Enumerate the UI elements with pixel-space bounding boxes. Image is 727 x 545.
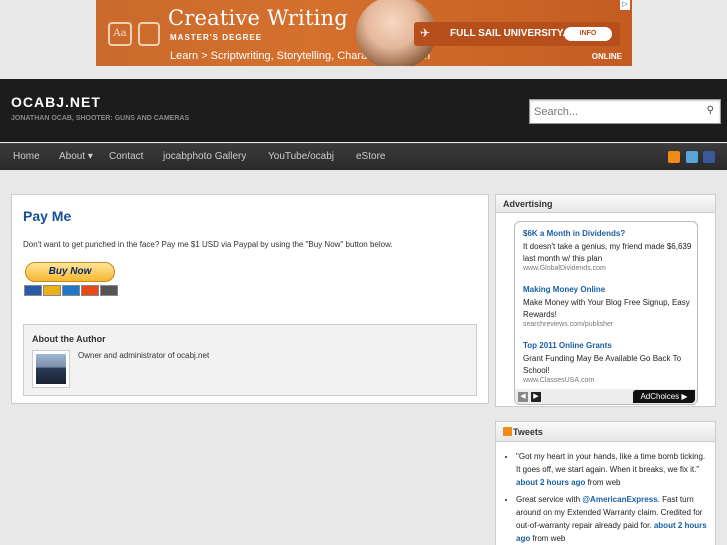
nav-item-youtube[interactable]: YouTube/ocabj: [268, 151, 334, 162]
tweet-source: from web: [585, 478, 621, 487]
tweet-text: "Got my heart in your hands, like a time…: [516, 452, 706, 474]
visa-icon: [43, 285, 61, 296]
main-nav: Home About ▾ Contact jocabphoto Gallery …: [0, 143, 727, 170]
tweets-heading: Tweets: [513, 427, 543, 437]
ad-unit-desc: It doesn't take a genius, my friend made…: [523, 242, 692, 263]
ad-subtitle: MASTER'S DEGREE: [170, 33, 263, 42]
aa-icon: Aa: [108, 22, 132, 46]
ad-online-label: ONLINE: [591, 52, 622, 61]
search-box[interactable]: ⚲: [529, 99, 721, 124]
facebook-icon[interactable]: [703, 151, 715, 163]
tweets-widget: Tweets "Got my heart in your hands, like…: [495, 421, 716, 545]
ad-info-button[interactable]: INFO: [564, 27, 612, 41]
next-arrow-icon[interactable]: ▶: [531, 392, 541, 402]
adchoices-button[interactable]: AdChoices ▶: [633, 390, 695, 403]
adsense-box: $6K a Month in Dividends? It doesn't tak…: [514, 221, 698, 405]
adchoices-icon[interactable]: ▷: [620, 0, 630, 10]
tweet-source: from web: [530, 534, 566, 543]
bank-icon: [100, 285, 118, 296]
tweet-mention-link[interactable]: @AmericanExpress: [582, 495, 657, 504]
tweet-time-link[interactable]: about 2 hours ago: [516, 478, 585, 487]
nav-item-about[interactable]: About ▾: [59, 151, 93, 162]
buy-now-button[interactable]: Buy Now: [25, 262, 115, 282]
mastercard-icon: [24, 285, 42, 296]
ad-unit[interactable]: Top 2011 Online Grants Grant Funding May…: [523, 341, 695, 384]
ad-school-bar: ✈ FULL SAIL UNIVERSITY. INFO: [414, 22, 620, 46]
ad-unit-desc: Make Money with Your Blog Free Signup, E…: [523, 298, 690, 319]
search-icon[interactable]: ⚲: [707, 105, 714, 116]
advertising-heading: Advertising: [496, 195, 715, 213]
prev-arrow-icon[interactable]: ◀: [518, 392, 528, 402]
ad-unit[interactable]: $6K a Month in Dividends? It doesn't tak…: [523, 229, 695, 272]
ad-unit[interactable]: Making Money Online Make Money with Your…: [523, 285, 695, 328]
post-title[interactable]: Pay Me: [23, 208, 71, 224]
plane-icon: ✈: [420, 26, 431, 40]
payment-cards: [24, 285, 119, 298]
post-body: Don't want to get punched in the face? P…: [23, 240, 393, 249]
ad-unit-desc: Grant Funding May Be Available Go Back T…: [523, 354, 682, 375]
ad-unit-url[interactable]: searchreviews.com/publisher: [523, 321, 695, 328]
amex-icon: [62, 285, 80, 296]
nav-item-estore[interactable]: eStore: [356, 151, 385, 162]
author-box: About the Author Owner and administrator…: [23, 324, 477, 396]
tweet-item: Great service with @AmericanExpress. Fas…: [516, 493, 711, 545]
ad-nav-bar: ◀ ▶ AdChoices ▶: [515, 389, 697, 404]
nav-item-contact[interactable]: Contact: [109, 151, 143, 162]
search-input[interactable]: [534, 104, 694, 120]
discover-icon: [81, 285, 99, 296]
tweet-list: "Got my heart in your hands, like a time…: [516, 450, 711, 545]
site-title[interactable]: OCABJ.NET: [11, 94, 101, 110]
twitter-icon[interactable]: [686, 151, 698, 163]
nav-item-gallery[interactable]: jocabphoto Gallery: [163, 151, 246, 162]
ad-unit-title[interactable]: Top 2011 Online Grants: [523, 341, 695, 350]
ad-unit-url[interactable]: www.GlobalDividends.com: [523, 265, 695, 272]
author-description: Owner and administrator of ocabj.net: [78, 351, 210, 360]
ad-unit-url[interactable]: www.ClassesUSA.com: [523, 377, 695, 384]
ad-school-name: FULL SAIL UNIVERSITY.: [450, 28, 566, 39]
tweet-item: "Got my heart in your hands, like a time…: [516, 450, 711, 489]
author-heading: About the Author: [32, 334, 106, 344]
ad-unit-title[interactable]: Making Money Online: [523, 285, 695, 294]
tweet-text: Great service with: [516, 495, 583, 504]
top-banner-ad[interactable]: Aa Creative Writing MASTER'S DEGREE Lear…: [96, 0, 632, 66]
rss-icon[interactable]: [668, 151, 680, 163]
site-tagline: JONATHAN OCAB, SHOOTER: GUNS AND CAMERAS: [11, 115, 190, 122]
tweets-header: Tweets: [496, 422, 715, 442]
book-icon: [138, 22, 160, 46]
ad-unit-title[interactable]: $6K a Month in Dividends?: [523, 229, 695, 238]
ad-title: Creative Writing: [168, 6, 348, 30]
avatar: [32, 350, 70, 388]
nav-item-home[interactable]: Home: [13, 151, 40, 162]
rss-icon[interactable]: [503, 427, 512, 436]
